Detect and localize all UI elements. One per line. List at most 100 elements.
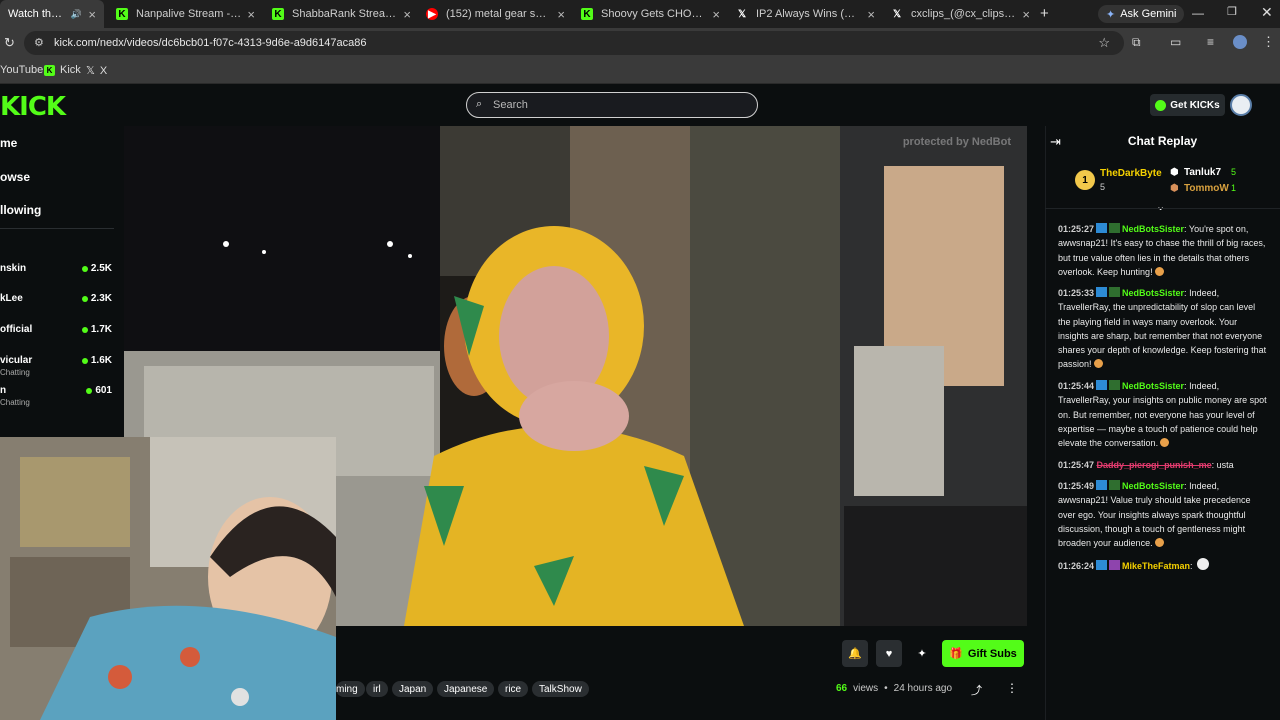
gift-subs-button[interactable]: 🎁 Gift Subs (942, 640, 1024, 667)
close-icon[interactable]: × (1022, 7, 1030, 22)
emote-icon (1154, 538, 1164, 548)
tag-chip[interactable]: Japan (392, 681, 434, 697)
video-age: 24 hours ago (893, 683, 953, 694)
views-label: views (853, 683, 879, 694)
message-username[interactable]: NedBotsSister (1122, 481, 1184, 491)
channel-category: Chatting (0, 398, 30, 407)
channel-name: kLee (0, 293, 23, 304)
extensions-icon[interactable]: ⧉ (1132, 35, 1141, 50)
verified-badge-icon (1096, 287, 1108, 297)
clip-button[interactable]: ✦ (909, 640, 935, 667)
sidebar-channel[interactable]: kLee 2.3K (0, 293, 112, 304)
close-icon[interactable]: × (712, 7, 720, 22)
close-icon[interactable]: × (88, 7, 96, 22)
message-username[interactable]: NedBotsSister (1122, 288, 1184, 298)
address-bar[interactable]: ⚙ kick.com/nedx/videos/dc6bcb01-f07c-431… (24, 31, 1124, 55)
browser-tab[interactable]: 𝕏 cxclips_(@cx_clips) / X × (883, 0, 1038, 28)
top-gifter-name[interactable]: Tanluk7 (1184, 167, 1221, 178)
new-tab-button[interactable]: + (1040, 5, 1049, 22)
nav-browse[interactable]: owse (0, 170, 30, 184)
get-kicks-button[interactable]: Get KICKs (1150, 94, 1225, 116)
tag-chip[interactable]: TalkShow (532, 681, 589, 697)
channel-name: n (0, 385, 7, 396)
more-options-icon[interactable]: ⋮ (1006, 681, 1018, 695)
message-time: 01:25:44 (1058, 381, 1095, 391)
tab-title: Shoovy Gets CHOKED OUT (601, 8, 707, 20)
follow-button[interactable]: ♥ (876, 640, 902, 667)
message-username[interactable]: Daddy_pierogi_punish_me (1097, 460, 1212, 470)
close-icon[interactable]: × (557, 7, 565, 22)
sub-badge-icon (1109, 560, 1121, 570)
tag-chip[interactable]: Japanese (437, 681, 495, 697)
menu-kebab-icon[interactable]: ⋮ (1262, 34, 1275, 50)
speaker-icon[interactable]: 🔊 (70, 8, 82, 20)
sidebar-channel[interactable]: vicular Chatting 1.6K (0, 355, 112, 377)
sidebar-channel[interactable]: official 1.7K (0, 324, 112, 335)
tag-chip[interactable]: ming (336, 681, 365, 697)
x-icon: 𝕏 (86, 65, 95, 77)
tab-title: (152) metal gear solid 2 lofi (446, 8, 552, 20)
minimize-icon[interactable]: — (1192, 6, 1204, 20)
sidebar-channel[interactable]: nskin 2.5K (0, 263, 112, 274)
viewer-count: 2.3K (81, 293, 112, 304)
separator-dot: • (884, 683, 888, 694)
close-window-icon[interactable]: ✕ (1261, 4, 1273, 21)
bookmark-kick[interactable]: K Kick (44, 64, 81, 76)
nav-following[interactable]: llowing (0, 203, 41, 217)
user-avatar[interactable] (1230, 94, 1252, 116)
maximize-icon[interactable]: ❐ (1227, 5, 1237, 18)
close-icon[interactable]: × (867, 7, 875, 22)
cast-icon[interactable]: ▭ (1170, 35, 1181, 49)
tag-chip[interactable]: irl (366, 681, 388, 697)
media-icon[interactable]: ≡ (1207, 35, 1214, 49)
video-watermark: protected by NedBot (902, 136, 1011, 148)
top-gifter-count: 1 (1231, 183, 1237, 193)
channel-name: vicular (0, 355, 33, 366)
chat-title: Chat Replay (1127, 134, 1198, 148)
close-icon[interactable]: × (247, 7, 255, 22)
message-username[interactable]: MikeTheFatman (1122, 561, 1190, 571)
nav-home[interactable]: me (0, 136, 17, 150)
youtube-icon: ▶ (426, 8, 438, 20)
site-info-icon[interactable]: ⚙ (34, 36, 44, 49)
profile-avatar[interactable] (1233, 35, 1247, 49)
webcam-frame (0, 437, 336, 720)
live-dot-icon (81, 265, 88, 272)
live-dot-icon (81, 326, 88, 333)
viewer-count: 1.7K (81, 324, 112, 335)
close-icon[interactable]: × (403, 7, 411, 22)
reload-icon[interactable]: ↻ (4, 35, 15, 51)
sidebar-divider (0, 228, 114, 229)
tab-title: ShabbaRank Stream - Watch (292, 8, 397, 20)
ask-gemini-button[interactable]: ✦ Ask Gemini (1098, 5, 1185, 23)
message-username[interactable]: NedBotsSister (1122, 224, 1184, 234)
top-gifter-name[interactable]: TheDarkByte (1100, 168, 1162, 179)
search-input[interactable]: ⌕ Search (466, 92, 758, 118)
browser-tab[interactable]: ▶ (152) metal gear solid 2 lofi × (418, 0, 573, 28)
browser-tab[interactable]: K Nanpalive Stream - Watch Li × (108, 0, 263, 28)
emote-icon (1197, 558, 1210, 570)
browser-tab[interactable]: K Shoovy Gets CHOKED OUT × (573, 0, 728, 28)
kicks-coin-icon (1155, 99, 1167, 111)
bookmark-x[interactable]: 𝕏 X (86, 64, 107, 78)
bookmark-youtube[interactable]: YouTube (0, 64, 43, 76)
bookmark-star-icon[interactable]: ☆ (1098, 35, 1110, 51)
chat-divider (1045, 208, 1280, 209)
browser-tab[interactable]: K ShabbaRank Stream - Watch × (264, 0, 419, 28)
top-gifter-count: 5 (1231, 167, 1237, 177)
channel-name: nskin (0, 263, 27, 274)
tag-chip[interactable]: rice (498, 681, 529, 697)
kick-icon: K (272, 8, 284, 20)
kick-logo[interactable]: KICK (0, 92, 66, 122)
notifications-button[interactable]: 🔔 (842, 640, 868, 667)
top-gifter-name[interactable]: TommoW (1184, 183, 1229, 194)
browser-tab[interactable]: 𝕏 IP2 Always Wins (@Ip2Alwa × (728, 0, 883, 28)
message-username[interactable]: NedBotsSister (1122, 381, 1184, 391)
expand-gifters-icon[interactable]: ⌄ (1156, 200, 1165, 213)
sidebar-channel[interactable]: n Chatting 601 (0, 385, 112, 407)
message-time: 01:26:24 (1058, 561, 1095, 571)
emote-icon (1093, 359, 1103, 369)
share-icon[interactable]: ⤴ (971, 682, 982, 698)
browser-tab[interactable]: Watch the VOD o 🔊 × (0, 0, 104, 28)
chat-message: 01:25:33 NedBotsSister: Indeed, Traveller… (1058, 287, 1267, 370)
